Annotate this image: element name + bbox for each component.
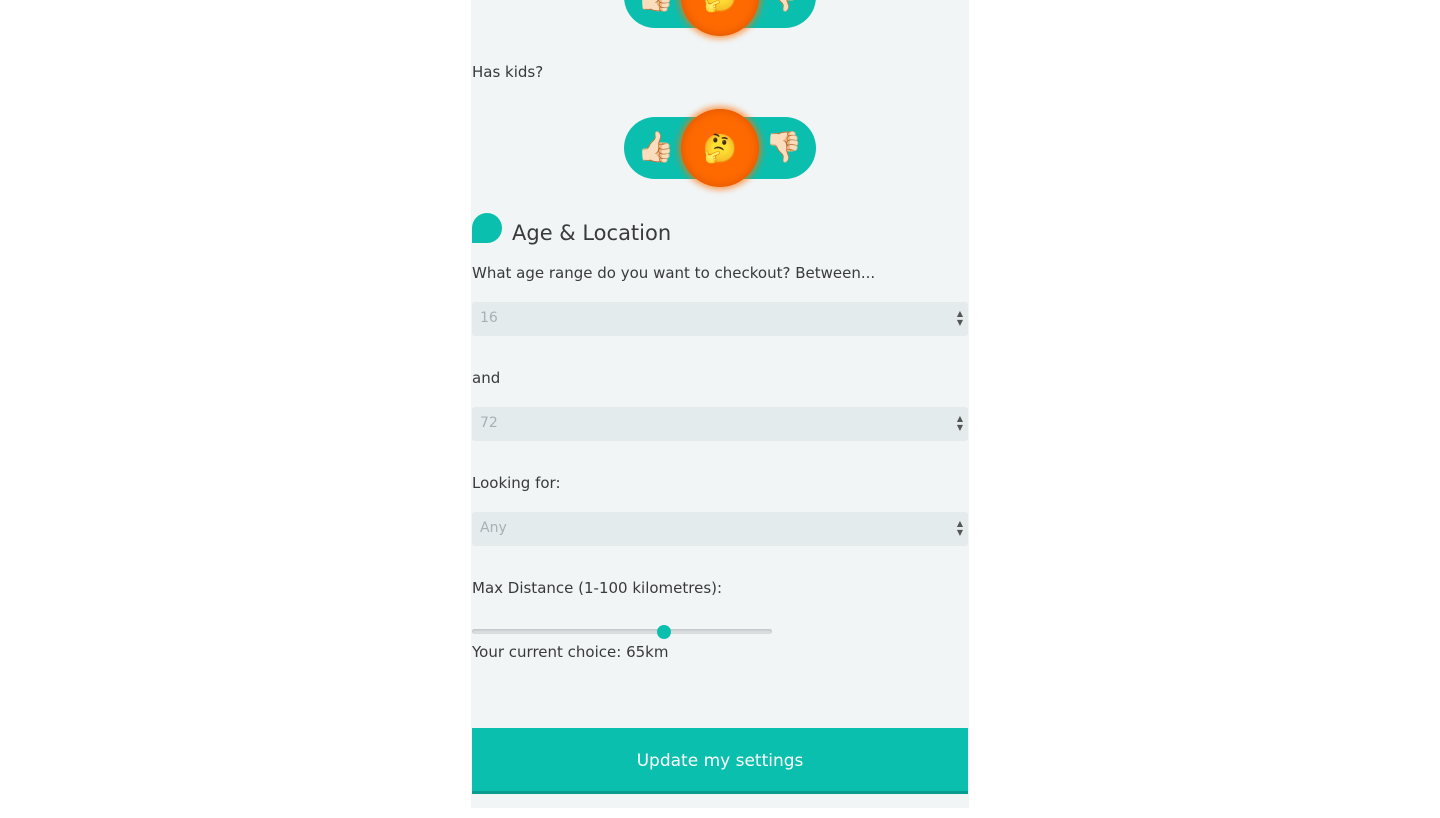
thumbs-down-icon[interactable]: 👎🏻	[764, 0, 804, 12]
has-kids-label: Has kids?	[472, 63, 544, 81]
min-age-value: 16	[480, 310, 498, 326]
select-arrows-icon: ▲ ▼	[956, 309, 964, 327]
select-arrows-icon: ▲ ▼	[956, 414, 964, 432]
looking-for-select[interactable]: Any ▲ ▼	[472, 512, 968, 546]
min-age-select[interactable]: 16 ▲ ▼	[472, 302, 968, 336]
slider-thumb[interactable]	[656, 625, 671, 639]
max-age-select[interactable]: 72 ▲ ▼	[472, 407, 968, 441]
toggle-knob[interactable]: 🤔	[681, 109, 759, 187]
has-kids-toggle[interactable]: 👍🏻 👎🏻 🤔	[624, 109, 816, 187]
speech-bubble-icon	[472, 213, 502, 243]
max-distance-slider[interactable]	[472, 622, 772, 642]
thumbs-up-icon[interactable]: 👍🏻	[636, 0, 676, 12]
looking-for-value: Any	[480, 520, 507, 536]
thinking-face-icon: 🤔	[702, 131, 738, 165]
age-range-question: What age range do you want to checkout? …	[472, 264, 876, 282]
update-settings-button[interactable]: Update my settings	[472, 728, 968, 794]
thumbs-down-icon[interactable]: 👎🏻	[764, 133, 804, 163]
looking-for-label: Looking for:	[472, 474, 561, 492]
slider-track[interactable]	[472, 629, 772, 634]
thinking-face-icon: 🤔	[703, 0, 738, 14]
section-title: Age & Location	[512, 221, 672, 245]
section-header: Age & Location	[472, 212, 772, 246]
max-distance-label: Max Distance (1-100 kilometres):	[472, 579, 723, 597]
and-label: and	[472, 369, 501, 387]
max-age-value: 72	[480, 415, 498, 431]
preference-toggle-top[interactable]: 👍🏻 👎🏻 🤔	[624, 0, 816, 36]
thumbs-up-icon[interactable]: 👍🏻	[636, 133, 676, 163]
select-arrows-icon: ▲ ▼	[956, 519, 964, 537]
current-distance-text: Your current choice: 65km	[472, 643, 669, 661]
